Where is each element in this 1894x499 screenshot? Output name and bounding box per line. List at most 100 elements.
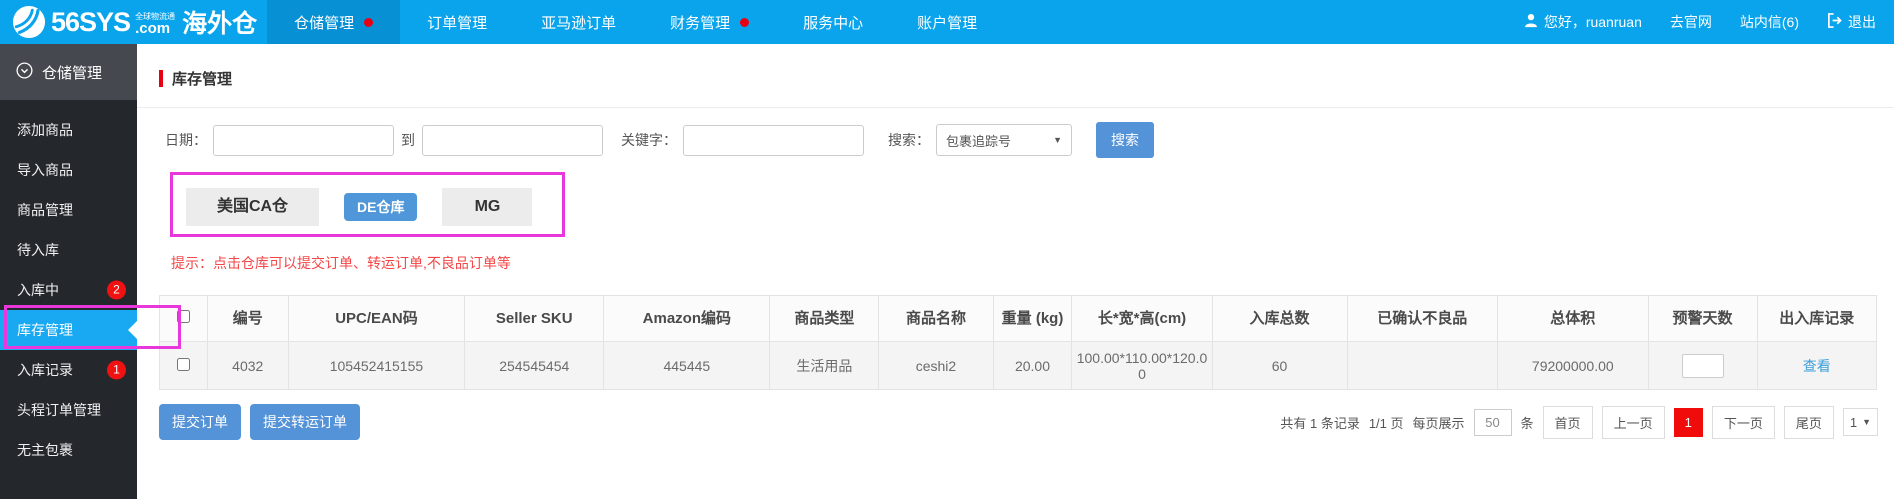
cell-product-type: 生活用品 xyxy=(769,341,880,390)
top-header: 56SYS 全球物流通 .com 海外仓 仓储管理 订单管理 亚马逊订单 财务管… xyxy=(0,0,1894,44)
per-page-input[interactable] xyxy=(1473,408,1512,436)
nav-label: 仓储管理 xyxy=(294,14,355,32)
prev-page-button[interactable]: 上一页 xyxy=(1601,405,1665,439)
cell-id: 4032 xyxy=(206,341,289,390)
sidebar-item-first-leg-orders[interactable]: 头程订单管理 xyxy=(0,390,137,430)
sidebar-item-label: 导入商品 xyxy=(17,162,73,178)
logo-icon xyxy=(12,5,46,39)
sidebar-menu: 添加商品 导入商品 商品管理 待入库 入库中 2 库存管理 入库记录 1 头程订… xyxy=(0,100,137,470)
search-type-select[interactable]: 包裹追踪号 ▼ xyxy=(936,124,1072,156)
sidebar-item-inbound-records[interactable]: 入库记录 1 xyxy=(0,350,137,390)
col-seller-sku: Seller SKU xyxy=(464,295,605,342)
submit-order-button[interactable]: 提交订单 xyxy=(159,404,241,440)
cell-weight: 20.00 xyxy=(992,341,1073,390)
warehouse-tab-de[interactable]: DE仓库 xyxy=(344,193,418,221)
cell-total-inbound: 60 xyxy=(1211,341,1348,390)
logo[interactable]: 56SYS 全球物流通 .com 海外仓 xyxy=(0,0,267,44)
per-page-unit: 条 xyxy=(1520,415,1534,431)
row-checkbox[interactable] xyxy=(176,357,190,371)
page-title: 库存管理 xyxy=(172,71,233,88)
keyword-label: 关键字： xyxy=(621,132,677,148)
col-warning-days: 预警天数 xyxy=(1647,295,1758,342)
circle-chevron-icon xyxy=(16,61,33,83)
annotation-box-warehouses: 美国CA仓 DE仓库 MG xyxy=(170,172,566,237)
col-id: 编号 xyxy=(206,295,289,342)
warehouse-tab-us-ca[interactable]: 美国CA仓 xyxy=(186,188,319,226)
chevron-down-icon: ▼ xyxy=(1862,417,1871,427)
col-total-volume: 总体积 xyxy=(1497,295,1649,342)
cell-seller-sku: 254545454 xyxy=(464,341,605,390)
date-to-input[interactable] xyxy=(422,124,603,156)
sidebar-item-label: 头程订单管理 xyxy=(17,402,101,418)
nav-service-center[interactable]: 服务中心 xyxy=(776,0,890,44)
sidebar-item-label: 商品管理 xyxy=(17,202,73,218)
sidebar-item-inventory-management[interactable]: 库存管理 xyxy=(0,310,137,350)
site-messages-link[interactable]: 站内信(6) xyxy=(1740,12,1799,32)
page-info: 1/1 页 xyxy=(1368,415,1404,431)
cell-confirmed-defective xyxy=(1346,341,1499,390)
warning-days-input[interactable] xyxy=(1681,353,1724,378)
cell-in-out-records: 查看 xyxy=(1756,341,1878,390)
cell-product-name: ceshi2 xyxy=(878,341,994,390)
records-summary: 共有 1 条记录 xyxy=(1280,415,1360,431)
greeting-text: 您好，ruanruan xyxy=(1543,14,1642,30)
sidebar-header-warehouse[interactable]: 仓储管理 xyxy=(0,44,137,100)
page-header: 库存管理 xyxy=(137,44,1894,108)
sidebar-item-import-product[interactable]: 导入商品 xyxy=(0,150,137,190)
sidebar-item-add-product[interactable]: 添加商品 xyxy=(0,110,137,150)
official-site-link[interactable]: 去官网 xyxy=(1670,12,1712,32)
product-name: 海外仓 xyxy=(182,10,258,38)
brand-text: 56SYS xyxy=(51,6,131,37)
table-row: 4032 105452415155 254545454 445445 生活用品 … xyxy=(159,341,1878,390)
sidebar-item-product-management[interactable]: 商品管理 xyxy=(0,190,137,230)
cell-upc-ean: 105452415155 xyxy=(287,341,466,390)
logout-button[interactable]: 退出 xyxy=(1827,12,1876,32)
nav-account-management[interactable]: 账户管理 xyxy=(890,0,1004,44)
nav-label: 订单管理 xyxy=(427,14,488,32)
brand-suffix: 全球物流通 .com xyxy=(135,12,175,37)
date-from-input[interactable] xyxy=(213,124,394,156)
user-icon xyxy=(1524,13,1538,31)
sidebar-item-inbound-in-progress[interactable]: 入库中 2 xyxy=(0,270,137,310)
sidebar-item-label: 入库中 xyxy=(17,282,59,298)
count-badge: 2 xyxy=(107,280,126,300)
sidebar: 仓储管理 添加商品 导入商品 商品管理 待入库 入库中 2 库存管理 入库记录 … xyxy=(0,44,137,499)
nav-label: 账户管理 xyxy=(917,14,978,32)
cell-warning-days xyxy=(1647,341,1758,390)
nav-order-management[interactable]: 订单管理 xyxy=(400,0,514,44)
sidebar-item-pending-inbound[interactable]: 待入库 xyxy=(0,230,137,270)
last-page-button[interactable]: 尾页 xyxy=(1783,405,1834,439)
page-jump-value: 1 xyxy=(1849,414,1858,430)
user-greeting[interactable]: 您好，ruanruan xyxy=(1524,12,1642,32)
main-nav: 仓储管理 订单管理 亚马逊订单 财务管理 服务中心 账户管理 xyxy=(267,0,1004,44)
sidebar-item-unclaimed-packages[interactable]: 无主包裹 xyxy=(0,430,137,470)
active-item-arrow xyxy=(128,321,137,339)
nav-label: 服务中心 xyxy=(803,14,864,32)
next-page-button[interactable]: 下一页 xyxy=(1711,405,1775,439)
hint-text: 提示：点击仓库可以提交订单、转运订单,不良品订单等 xyxy=(171,255,511,271)
current-page-indicator: 1 xyxy=(1673,407,1703,437)
brand-domain: .com xyxy=(135,19,171,37)
select-all-cell xyxy=(159,295,208,342)
keyword-input[interactable] xyxy=(683,124,864,156)
first-page-button[interactable]: 首页 xyxy=(1542,405,1593,439)
col-total-inbound: 入库总数 xyxy=(1211,295,1348,342)
sidebar-item-label: 添加商品 xyxy=(17,122,73,138)
page-jump-select[interactable]: 1 ▼ xyxy=(1842,408,1878,436)
col-weight: 重量 (kg) xyxy=(992,295,1073,342)
nav-finance-management[interactable]: 财务管理 xyxy=(643,0,776,44)
nav-warehouse-management[interactable]: 仓储管理 xyxy=(267,0,401,44)
col-confirmed-defective: 已确认不良品 xyxy=(1346,295,1499,342)
select-all-checkbox[interactable] xyxy=(176,309,190,323)
search-button[interactable]: 搜索 xyxy=(1096,122,1154,158)
table-header-row: 编号 UPC/EAN码 Seller SKU Amazon编码 商品类型 商品名… xyxy=(159,295,1878,342)
nav-label: 财务管理 xyxy=(670,14,731,32)
submit-transfer-order-button[interactable]: 提交转运订单 xyxy=(250,404,360,440)
per-page-label: 每页展示 xyxy=(1412,415,1465,431)
search-type-label: 搜索： xyxy=(888,132,930,148)
nav-amazon-orders[interactable]: 亚马逊订单 xyxy=(514,0,643,44)
sidebar-item-label: 库存管理 xyxy=(17,322,73,338)
col-dimensions: 长*宽*高(cm) xyxy=(1071,295,1213,342)
view-records-link[interactable]: 查看 xyxy=(1803,358,1831,374)
warehouse-tab-mg[interactable]: MG xyxy=(442,188,533,226)
